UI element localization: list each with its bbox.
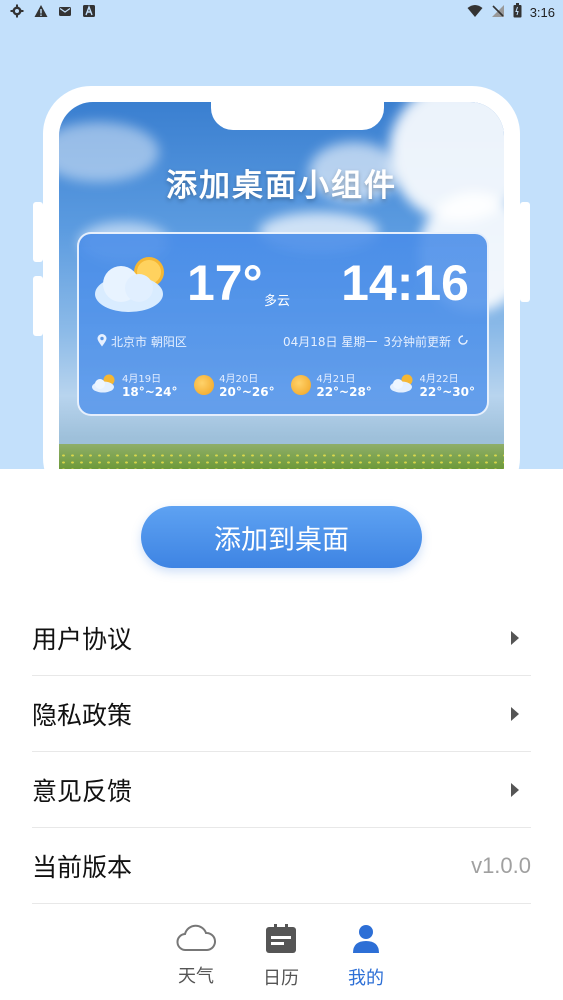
status-time: 3:16 bbox=[529, 4, 555, 20]
widget-preview-hero: 添加桌面小组件 17° 多云 14:16 北京市 朝阳区 04月18日 星期一 … bbox=[0, 24, 563, 469]
forecast-date: 4月20日 bbox=[219, 374, 259, 385]
status-bar-notifications bbox=[10, 4, 96, 18]
partly-cloudy-icon bbox=[91, 373, 117, 397]
phone-mockup: 添加桌面小组件 17° 多云 14:16 北京市 朝阳区 04月18日 星期一 … bbox=[43, 86, 520, 469]
sun-icon bbox=[291, 374, 312, 395]
version-value: v1.0.0 bbox=[471, 852, 531, 878]
forecast-date: 4月22日 bbox=[419, 374, 459, 385]
tab-weather[interactable]: 天气 bbox=[161, 924, 231, 988]
tab-label: 日历 bbox=[263, 968, 299, 989]
no-signal-icon bbox=[491, 4, 505, 21]
status-bar-system: 3:16 bbox=[467, 3, 555, 21]
partly-cloudy-icon bbox=[93, 254, 171, 318]
person-icon bbox=[351, 924, 381, 958]
location-pin-icon bbox=[97, 333, 107, 350]
menu-item-feedback[interactable]: 意见反馈 bbox=[32, 752, 531, 828]
add-to-desktop-button[interactable]: 添加到桌面 bbox=[141, 506, 422, 568]
current-temperature: 17° bbox=[187, 255, 263, 311]
cloud-icon bbox=[176, 924, 216, 956]
chevron-right-icon bbox=[511, 630, 519, 645]
forecast-row: 4月19日 18°~24° 4月20日 20°~26° 4月21日 22°~28… bbox=[91, 370, 475, 399]
updated-text: 3分钟前更新 bbox=[383, 335, 451, 349]
chevron-right-icon bbox=[511, 706, 519, 721]
tab-calendar[interactable]: 日历 bbox=[246, 924, 316, 990]
current-time: 14:16 bbox=[341, 255, 469, 311]
location-text: 北京市 朝阳区 bbox=[111, 335, 187, 349]
settings-menu: 用户协议 隐私政策 意见反馈 当前版本 v1.0.0 bbox=[32, 600, 531, 904]
forecast-range: 22°~28° bbox=[316, 385, 372, 399]
grass-flowers bbox=[59, 452, 504, 469]
menu-item-label: 隐私政策 bbox=[32, 700, 133, 730]
partly-cloudy-icon bbox=[389, 373, 415, 397]
menu-item-label: 意见反馈 bbox=[32, 776, 133, 806]
bottom-tab-bar: 天气 日历 我的 bbox=[0, 906, 563, 1000]
battery-icon bbox=[513, 3, 522, 21]
a-icon bbox=[82, 4, 96, 18]
sun-icon bbox=[194, 374, 215, 395]
calendar-icon bbox=[265, 924, 297, 958]
chevron-right-icon bbox=[511, 782, 519, 797]
phone-screen: 添加桌面小组件 17° 多云 14:16 北京市 朝阳区 04月18日 星期一 … bbox=[59, 102, 504, 469]
weather-widget[interactable]: 17° 多云 14:16 北京市 朝阳区 04月18日 星期一 3分钟前更新 4… bbox=[77, 232, 489, 416]
widget-location: 北京市 朝阳区 bbox=[97, 333, 187, 350]
forecast-day: 4月20日 20°~26° bbox=[194, 370, 275, 399]
menu-item-user-agreement[interactable]: 用户协议 bbox=[32, 600, 531, 676]
forecast-date: 4月19日 bbox=[122, 374, 162, 385]
phone-notch bbox=[211, 102, 384, 130]
phone-side-button bbox=[33, 202, 43, 262]
menu-item-version: 当前版本 v1.0.0 bbox=[32, 828, 531, 904]
forecast-range: 18°~24° bbox=[122, 385, 178, 399]
forecast-date: 4月21日 bbox=[316, 374, 356, 385]
phone-side-button bbox=[33, 276, 43, 336]
widget-date: 04月18日 星期一 3分钟前更新 bbox=[283, 333, 469, 350]
date-text: 04月18日 星期一 bbox=[283, 335, 378, 349]
settings-icon bbox=[10, 4, 24, 18]
forecast-range: 20°~26° bbox=[219, 385, 275, 399]
tab-label: 天气 bbox=[178, 966, 214, 987]
forecast-day: 4月22日 22°~30° bbox=[389, 370, 475, 399]
current-condition: 多云 bbox=[264, 294, 291, 309]
tab-label: 我的 bbox=[348, 968, 384, 989]
forecast-range: 22°~30° bbox=[419, 385, 475, 399]
forecast-day: 4月21日 22°~28° bbox=[291, 370, 372, 399]
hero-title: 添加桌面小组件 bbox=[166, 168, 397, 204]
forecast-day: 4月19日 18°~24° bbox=[91, 370, 177, 399]
refresh-icon[interactable] bbox=[457, 334, 469, 349]
menu-item-label: 当前版本 bbox=[32, 852, 133, 882]
mail-icon bbox=[58, 4, 72, 18]
menu-item-label: 用户协议 bbox=[32, 624, 133, 654]
status-bar: 3:16 bbox=[0, 0, 563, 24]
wifi-icon bbox=[467, 4, 483, 21]
phone-side-button bbox=[520, 202, 530, 302]
warning-icon bbox=[34, 4, 48, 18]
tab-mine[interactable]: 我的 bbox=[331, 924, 401, 990]
menu-item-privacy-policy[interactable]: 隐私政策 bbox=[32, 676, 531, 752]
